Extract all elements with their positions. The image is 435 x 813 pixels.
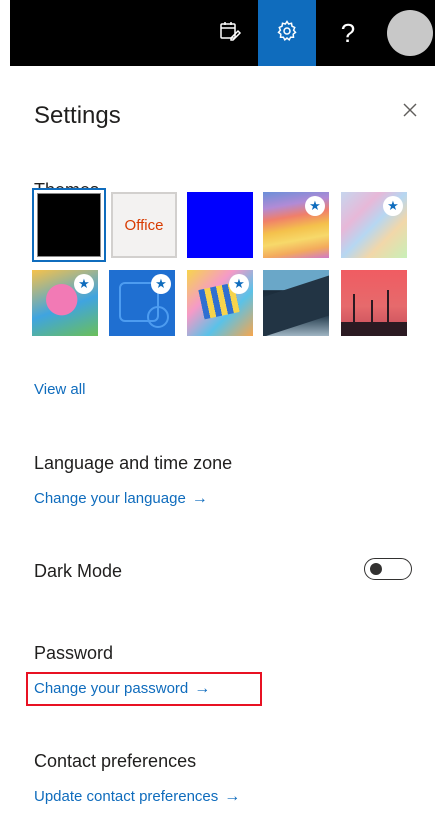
language-heading: Language and time zone [34,453,233,473]
star-icon: ★ [229,274,249,294]
top-bar-strip: ? [10,0,435,66]
change-password-label: Change your password [34,680,189,697]
theme-rainbow-stripes[interactable]: ★ [263,192,329,258]
password-heading: Password [34,643,114,663]
settings-button[interactable] [258,0,316,66]
change-language-link[interactable]: Change your language → [34,490,208,508]
dark-mode-heading: Dark Mode [34,561,123,581]
theme-board-game[interactable]: ★ [187,270,253,336]
my-day-button[interactable] [202,0,258,66]
star-icon: ★ [151,274,171,294]
change-password-link[interactable]: Change your password → [34,680,210,698]
theme-black[interactable] [32,188,106,262]
arrow-right-icon: → [194,680,211,697]
top-bar: ? [0,0,435,66]
theme-pastel-silk[interactable]: ★ [341,192,407,258]
panel-title: Settings [34,102,121,129]
arrow-right-icon: → [224,788,241,805]
view-all-themes-link[interactable]: View all [34,381,85,398]
theme-blue[interactable] [187,192,253,258]
contact-preferences-heading: Contact preferences [34,751,197,771]
dark-mode-toggle[interactable] [364,558,412,580]
star-icon: ★ [383,196,403,216]
account-button[interactable] [380,0,435,66]
gear-icon [275,19,299,48]
update-contact-preferences-link[interactable]: Update contact preferences → [34,788,240,806]
change-language-label: Change your language [34,490,186,507]
close-button[interactable] [394,96,426,128]
toggle-knob [370,563,382,575]
theme-pig-illustration[interactable]: ★ [32,270,98,336]
help-button[interactable]: ? [320,0,376,66]
update-contact-preferences-label: Update contact preferences [34,788,219,805]
theme-office-label: Office [124,216,164,234]
calendar-edit-icon [218,19,242,48]
help-icon: ? [340,17,356,48]
star-icon: ★ [305,196,325,216]
arrow-right-icon: → [191,490,208,507]
theme-office[interactable]: Office [111,192,177,258]
close-icon [402,102,418,123]
settings-panel: Settings Themes Office ★ ★ ★ ★ ★ View [10,66,435,813]
star-icon: ★ [74,274,94,294]
theme-palm-sunset[interactable] [341,270,407,336]
theme-mountain[interactable] [263,270,329,336]
avatar [387,10,433,56]
theme-blue-games[interactable]: ★ [109,270,175,336]
